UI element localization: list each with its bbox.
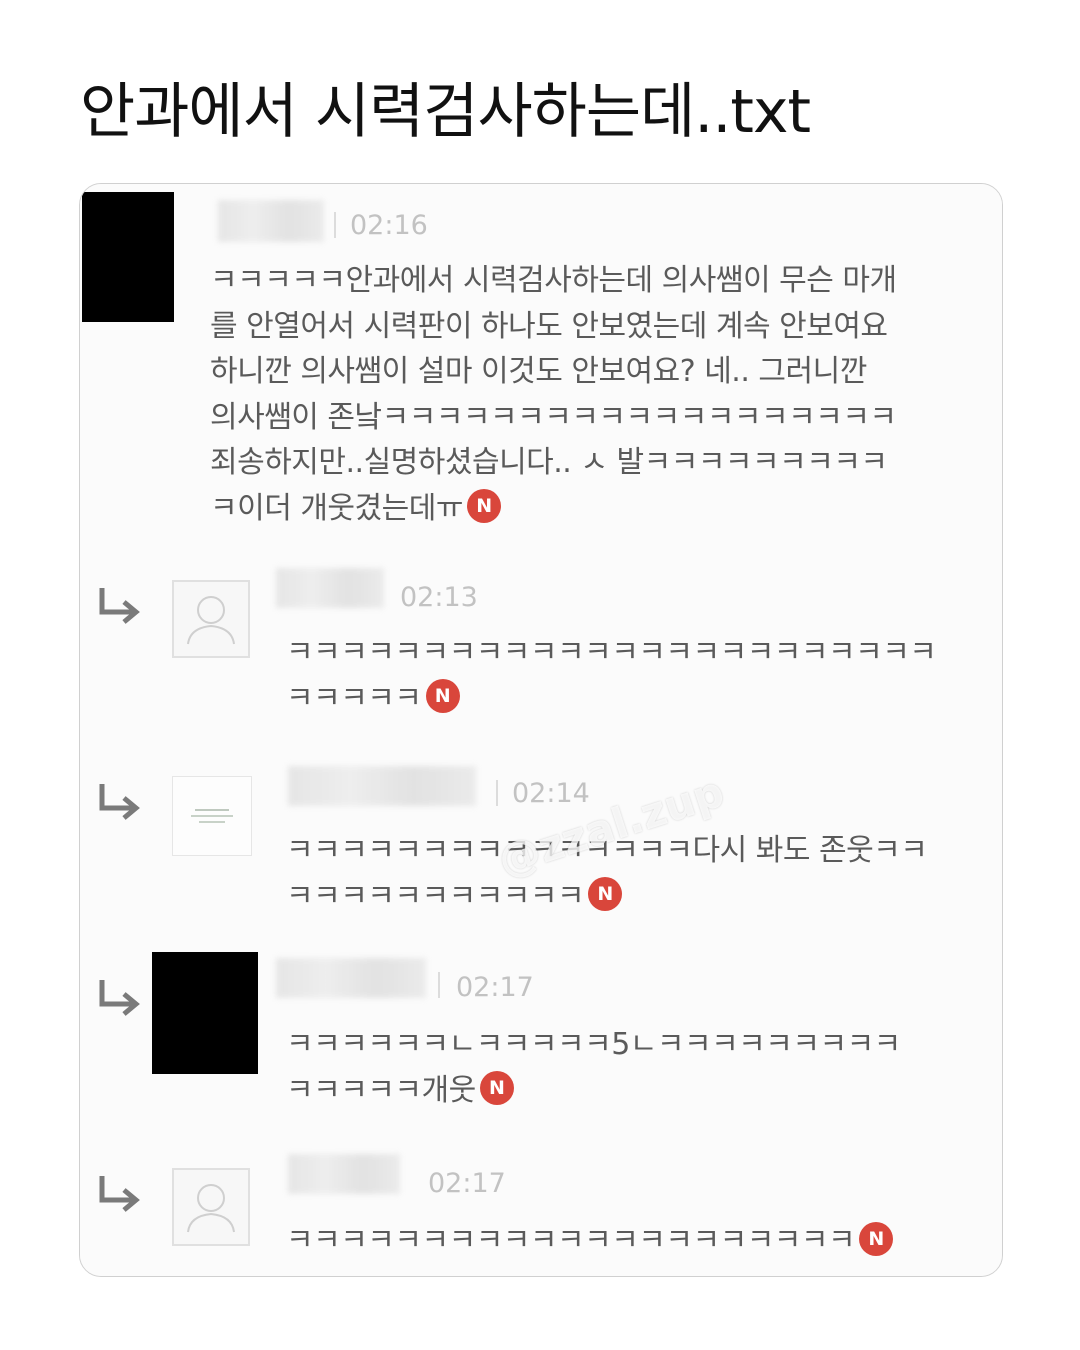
thumbnail-avatar — [172, 776, 252, 856]
redacted-username — [218, 200, 324, 242]
comment-line: 를 안열어서 시력판이 하나도 안보였는데 계속 안보여요 — [210, 308, 888, 344]
comment-line-text: ㅋㅋㅋㅋㅋ — [286, 680, 422, 716]
default-avatar-icon — [172, 1168, 250, 1246]
comment-timestamp: 02:14 — [512, 778, 590, 809]
comment-text: ㅋㅋㅋㅋㅋ안과에서 시력검사하는데 의사쌤이 무슨 마개 를 안열어서 시력판이… — [210, 258, 1000, 532]
reply-item: 02:17 ㅋㅋㅋㅋㅋㅋㄴㅋㅋㅋㅋㅋ5ㄴㅋㅋㅋㅋㅋㅋㅋㅋㅋ ㅋㅋㅋㅋㅋ개웃 N — [80, 942, 1002, 1140]
new-badge-icon: N — [466, 489, 501, 524]
comment-line-text: ㅋㅋㅋㅋㅋ개웃 — [286, 1072, 476, 1108]
meta-divider — [334, 212, 336, 238]
comment-line-text: ㅋㅋㅋㅋㅋㅋㅋㅋㅋㅋㅋ — [286, 878, 585, 914]
comment-text: ㅋㅋㅋㅋㅋㅋㅋㅋㅋㅋㅋㅋㅋㅋㅋㅋㅋㅋㅋㅋㅋ N — [286, 1218, 986, 1264]
redacted-avatar — [152, 952, 258, 1074]
comment-line: ㅋㅋㅋㅋㅋㅋㄴㅋㅋㅋㅋㅋ5ㄴㅋㅋㅋㅋㅋㅋㅋㅋㅋ — [286, 1027, 901, 1062]
comment-text: ㅋㅋㅋㅋㅋㅋㅋㅋㅋㅋㅋㅋㅋㅋㅋㅋㅋㅋㅋㅋㅋㅋㅋㅋ ㅋㅋㅋㅋㅋ N — [286, 630, 986, 721]
reply-item: 02:13 ㅋㅋㅋㅋㅋㅋㅋㅋㅋㅋㅋㅋㅋㅋㅋㅋㅋㅋㅋㅋㅋㅋㅋㅋ ㅋㅋㅋㅋㅋ N — [80, 550, 1002, 748]
reply-arrow-icon — [99, 588, 140, 624]
comment-line: 의사쌤이 존낰ㅋㅋㅋㅋㅋㅋㅋㅋㅋㅋㅋㅋㅋㅋㅋㅋㅋㅋㅋ — [210, 399, 897, 435]
comment-timestamp: 02:16 — [350, 210, 428, 241]
default-avatar-icon — [172, 580, 250, 658]
reply-item: 02:17 ㅋㅋㅋㅋㅋㅋㅋㅋㅋㅋㅋㅋㅋㅋㅋㅋㅋㅋㅋㅋㅋ N — [80, 1138, 1002, 1276]
comment-timestamp: 02:17 — [456, 972, 534, 1003]
comment-line: ㅋㅋㅋㅋㅋ N — [286, 676, 986, 722]
comment-item: 02:16 ㅋㅋㅋㅋㅋ안과에서 시력검사하는데 의사쌤이 무슨 마개 를 안열어… — [80, 184, 1002, 552]
comment-line: ㅋㅋㅋㅋㅋ안과에서 시력검사하는데 의사쌤이 무슨 마개 — [210, 263, 897, 298]
comment-line: ㅋㅋㅋㅋㅋㅋㅋㅋㅋㅋㅋㅋㅋㅋㅋㅋㅋㅋㅋㅋㅋ N — [286, 1218, 986, 1264]
thumbnail-line — [191, 815, 233, 817]
comment-line-text: ㅋ이더 개웃겼는데ㅠ — [210, 490, 463, 526]
comment-timestamp: 02:17 — [428, 1168, 506, 1199]
post-title: 안과에서 시력검사하는데..txt — [80, 77, 811, 147]
comment-line: ㅋㅋㅋㅋㅋㅋㅋㅋㅋㅋㅋ N — [286, 874, 986, 920]
new-badge-icon: N — [588, 877, 623, 912]
comment-line: ㅋㅋㅋㅋㅋ개웃 N — [286, 1068, 986, 1114]
comment-line: 하니깐 의사쌤이 설마 이것도 안보여요? 네.. 그러니깐 — [210, 354, 867, 390]
redacted-username — [276, 958, 426, 998]
thumbnail-line — [195, 809, 229, 811]
reply-arrow-icon — [99, 1176, 140, 1212]
comment-line: 죄송하지만..실명하셨습니다.. ㅅ 발ㅋㅋㅋㅋㅋㅋㅋㅋㅋ — [210, 445, 888, 481]
comment-line: ㅋㅋㅋㅋㅋㅋㅋㅋㅋㅋㅋㅋㅋㅋㅋㅋㅋㅋㅋㅋㅋㅋㅋㅋ — [286, 635, 937, 670]
reply-arrow-icon — [99, 980, 140, 1016]
comment-timestamp: 02:13 — [400, 582, 478, 613]
comment-line-text: ㅋㅋㅋㅋㅋㅋㅋㅋㅋㅋㅋㅋㅋㅋㅋㅋㅋㅋㅋㅋㅋ — [286, 1223, 856, 1258]
comment-line: ㅋ이더 개웃겼는데ㅠ N — [210, 486, 1000, 532]
new-badge-icon: N — [425, 679, 460, 714]
thumbnail-line — [199, 821, 225, 823]
redacted-username — [288, 766, 476, 806]
redacted-avatar — [82, 192, 174, 322]
comment-screenshot: 02:16 ㅋㅋㅋㅋㅋ안과에서 시력검사하는데 의사쌤이 무슨 마개 를 안열어… — [79, 183, 1003, 1277]
meta-divider — [496, 780, 498, 806]
comment-text: ㅋㅋㅋㅋㅋㅋㄴㅋㅋㅋㅋㅋ5ㄴㅋㅋㅋㅋㅋㅋㅋㅋㅋ ㅋㅋㅋㅋㅋ개웃 N — [286, 1022, 986, 1113]
reply-arrow-icon — [99, 784, 140, 820]
new-badge-icon: N — [859, 1221, 894, 1256]
meta-divider — [438, 972, 440, 998]
new-badge-icon: N — [479, 1071, 514, 1106]
redacted-username — [276, 568, 384, 608]
redacted-username — [288, 1154, 400, 1194]
